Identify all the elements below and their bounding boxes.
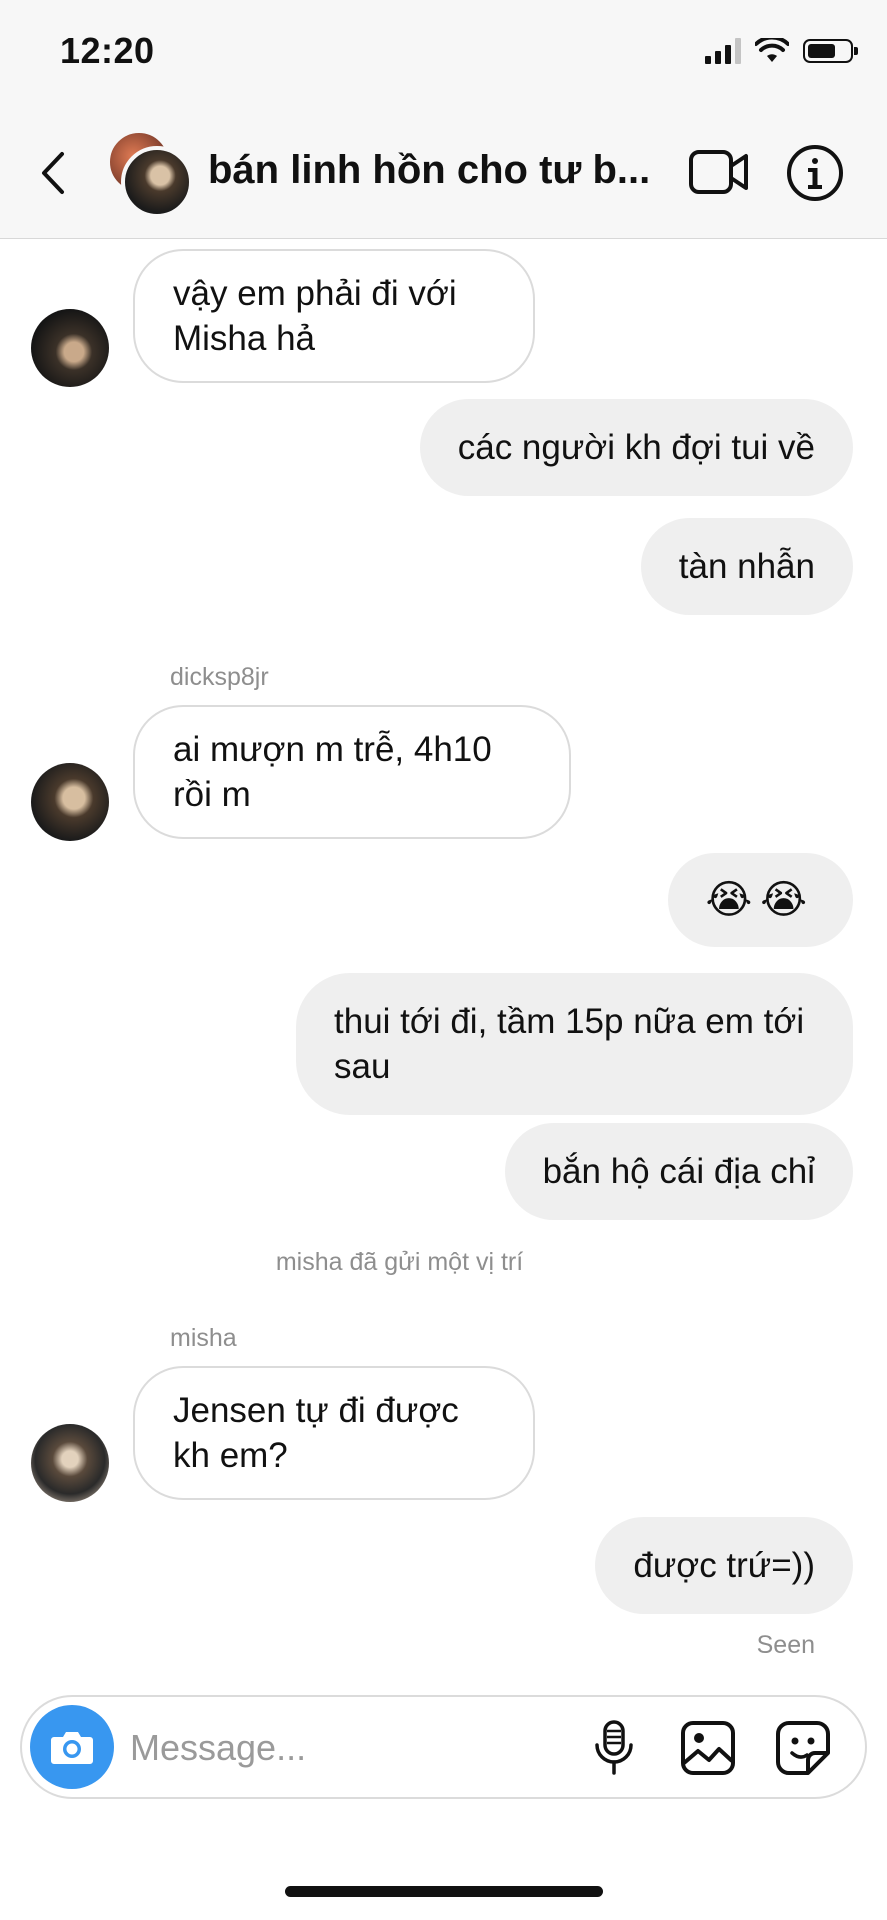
video-camera-icon <box>689 150 748 194</box>
outgoing-message-bubble[interactable]: bắn hộ cái địa chỉ <box>504 1123 853 1220</box>
status-icons <box>705 38 858 64</box>
info-icon <box>787 145 843 201</box>
message-input[interactable] <box>128 1717 562 1779</box>
microphone-icon <box>595 1720 633 1775</box>
incoming-message-bubble[interactable]: ai mượn m trễ, 4h10 rồi m <box>133 705 571 839</box>
incoming-message-bubble[interactable]: vậy em phải đi với Misha hả <box>133 249 535 383</box>
outgoing-message-bubble[interactable]: được trứ=)) <box>595 1517 853 1614</box>
gallery-button[interactable] <box>679 1719 737 1777</box>
sender-avatar[interactable] <box>31 763 109 841</box>
camera-button[interactable] <box>30 1705 114 1789</box>
incoming-message-bubble[interactable]: Jensen tự đi được kh em? <box>133 1366 535 1500</box>
sticker-icon <box>776 1721 830 1775</box>
camera-icon <box>51 1732 93 1764</box>
system-message: misha đã gửi một vị trí <box>275 1248 524 1276</box>
voice-message-button[interactable] <box>585 1719 643 1777</box>
wifi-icon <box>755 38 789 62</box>
seen-receipt: Seen <box>756 1631 815 1659</box>
sender-avatar[interactable] <box>31 309 109 387</box>
chat-header: bán linh hồn cho tư b... <box>0 108 887 239</box>
outgoing-message-bubble[interactable]: tàn nhẫn <box>640 518 853 615</box>
chat-title[interactable]: bán linh hồn cho tư b... <box>208 148 668 193</box>
chevron-left-icon <box>42 152 64 194</box>
status-time: 12:20 <box>60 30 155 71</box>
info-button[interactable] <box>786 144 844 202</box>
sender-name: misha <box>170 1324 237 1352</box>
sender-avatar[interactable] <box>31 1424 109 1502</box>
message-composer <box>20 1695 867 1799</box>
home-indicator[interactable] <box>285 1886 603 1897</box>
cellular-signal-icon <box>705 38 741 64</box>
message-thread[interactable]: vậy em phải đi với Misha hả các người kh… <box>0 239 887 1684</box>
group-avatar-primary <box>121 146 193 218</box>
status-bar: 12:20 <box>0 0 887 108</box>
group-avatar[interactable] <box>105 130 195 220</box>
sticker-button[interactable] <box>774 1719 832 1777</box>
back-button[interactable] <box>28 138 78 208</box>
image-gallery-icon <box>681 1721 735 1775</box>
outgoing-message-bubble[interactable]: thui tới đi, tầm 15p nữa em tới sau <box>296 973 853 1115</box>
battery-icon <box>803 39 858 63</box>
sender-name: dicksp8jr <box>170 663 269 691</box>
outgoing-message-bubble[interactable]: 😭😭 <box>667 853 853 947</box>
outgoing-message-bubble[interactable]: các người kh đợi tui về <box>419 399 853 496</box>
video-call-button[interactable] <box>688 146 750 198</box>
